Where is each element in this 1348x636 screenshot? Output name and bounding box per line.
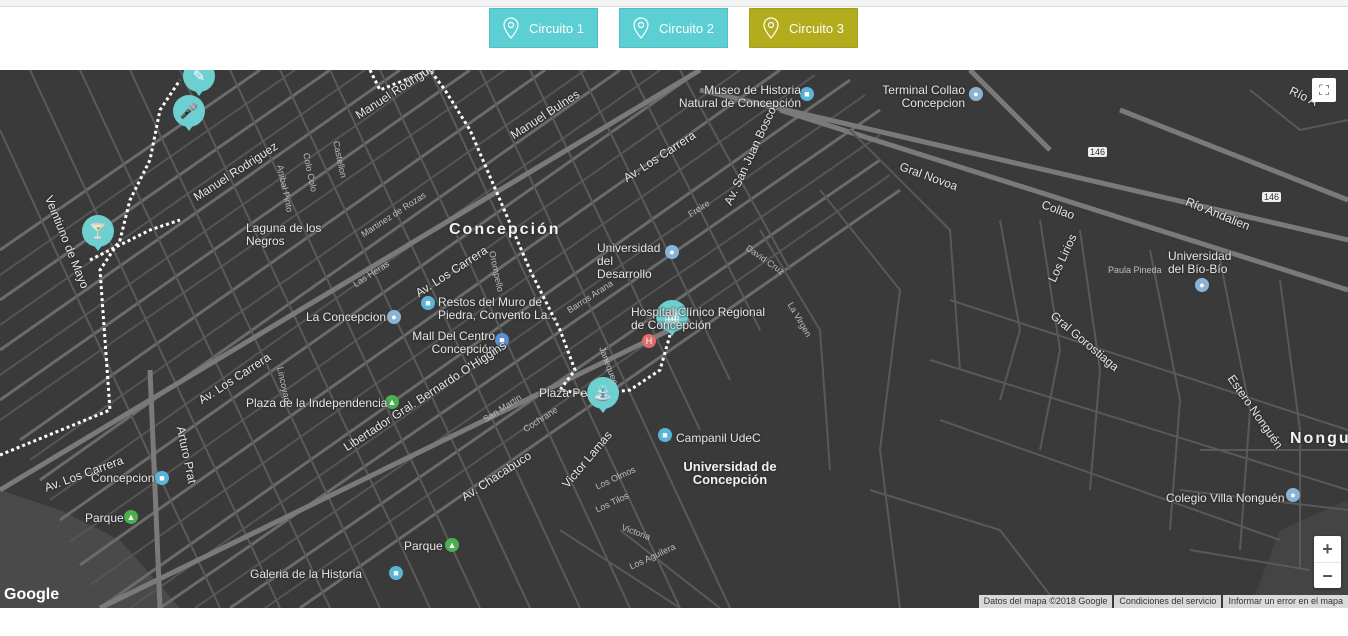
place-label-campanil: Campanil UdeC [676,431,761,445]
tab-label: Circuito 2 [659,20,714,36]
place-label-laguna: Laguna de los Negros [246,221,322,248]
bus-station-poi-icon[interactable]: ● [969,87,983,101]
fullscreen-icon[interactable]: ⛶ [1312,78,1336,102]
map-pin-icon [503,17,519,39]
district-label: Nongu [1290,430,1348,447]
tab-circuito-3[interactable]: Circuito 3 [749,8,858,48]
terms-link[interactable]: Condiciones del servicio [1114,595,1222,608]
report-error-link[interactable]: Informar un error en el mapa [1223,595,1348,608]
route-shield-146: 146 [1088,147,1108,157]
map-pin-icon [763,17,779,39]
train-station-poi-icon[interactable]: ■ [155,471,169,485]
circuit-tabs: Circuito 1 Circuito 2 Circuito 3 [0,8,1348,48]
park-poi-icon[interactable]: ▲ [445,538,459,552]
place-label-terminal: Terminal Collao Concepcion [882,83,965,110]
school-poi-icon[interactable]: ● [1286,488,1300,502]
map-canvas[interactable]: 🍸 🎤 ✎ 🏛 ⛲ ■ ● ● ● ■ ● ■ H ▲ ■ ■ ▲ ▲ ■ ● … [0,70,1348,608]
map-data-credit[interactable]: Datos del mapa ©2018 Google [978,595,1113,608]
street-label: Paula Pineda [1108,265,1162,275]
place-label-colegio: Colegio Villa Nonguén [1166,491,1285,505]
place-label-la-concepcion: La Concepcion [306,310,387,324]
landmark-poi-icon[interactable]: ■ [658,428,672,442]
zoom-out-button[interactable]: − [1314,562,1341,589]
place-label-parque-2: Parque [404,539,443,553]
place-label-plaza-indep: Plaza de la Independencia [246,396,388,410]
browser-top-strip [0,0,1348,7]
place-label-galeria: Galeria de la Historia [250,567,363,581]
place-label-univ-concepcion: Universidad de Concepción [683,459,777,487]
tab-circuito-1[interactable]: Circuito 1 [489,8,598,48]
circuit-marker-cocktail-icon[interactable]: 🍸 [82,215,114,251]
place-label-hospital: Hospital Clínico Regional de Concepción [631,305,766,332]
university-poi-icon[interactable]: ● [665,245,679,259]
google-logo: Google [4,586,60,603]
museum-poi-icon[interactable]: ■ [800,87,814,101]
hospital-poi-icon[interactable]: H [642,334,656,348]
tab-circuito-2[interactable]: Circuito 2 [619,8,728,48]
zoom-in-button[interactable]: + [1314,536,1341,562]
route-shield-146: 146 [1262,192,1282,202]
city-label: Concepción [449,221,561,238]
place-label-museo: Museo de Historia Natural de Concepción [678,83,801,110]
tab-label: Circuito 1 [529,20,584,36]
map-pin-icon [633,17,649,39]
map-attribution: Datos del mapa ©2018 Google Condiciones … [977,595,1348,608]
zoom-control: + − [1314,536,1341,588]
place-label-parque-1: Parque [85,511,124,525]
tab-label: Circuito 3 [789,20,844,36]
place-label-univ-desarrollo: Universidad del Desarrollo [597,241,661,281]
university-poi-icon[interactable]: ● [1195,278,1209,292]
park-poi-icon[interactable]: ▲ [124,510,138,524]
place-poi-icon[interactable]: ● [387,310,401,324]
place-label-plaza-pe: Plaza Pe [539,386,588,400]
circuit-marker-microphone-icon[interactable]: 🎤 [173,95,205,131]
museum-poi-icon[interactable]: ■ [389,566,403,580]
place-label-univ-biobio: Universidad del Bío-Bío [1168,249,1232,276]
place-label-restos: Restos del Muro de Piedra, Convento La..… [438,295,558,322]
